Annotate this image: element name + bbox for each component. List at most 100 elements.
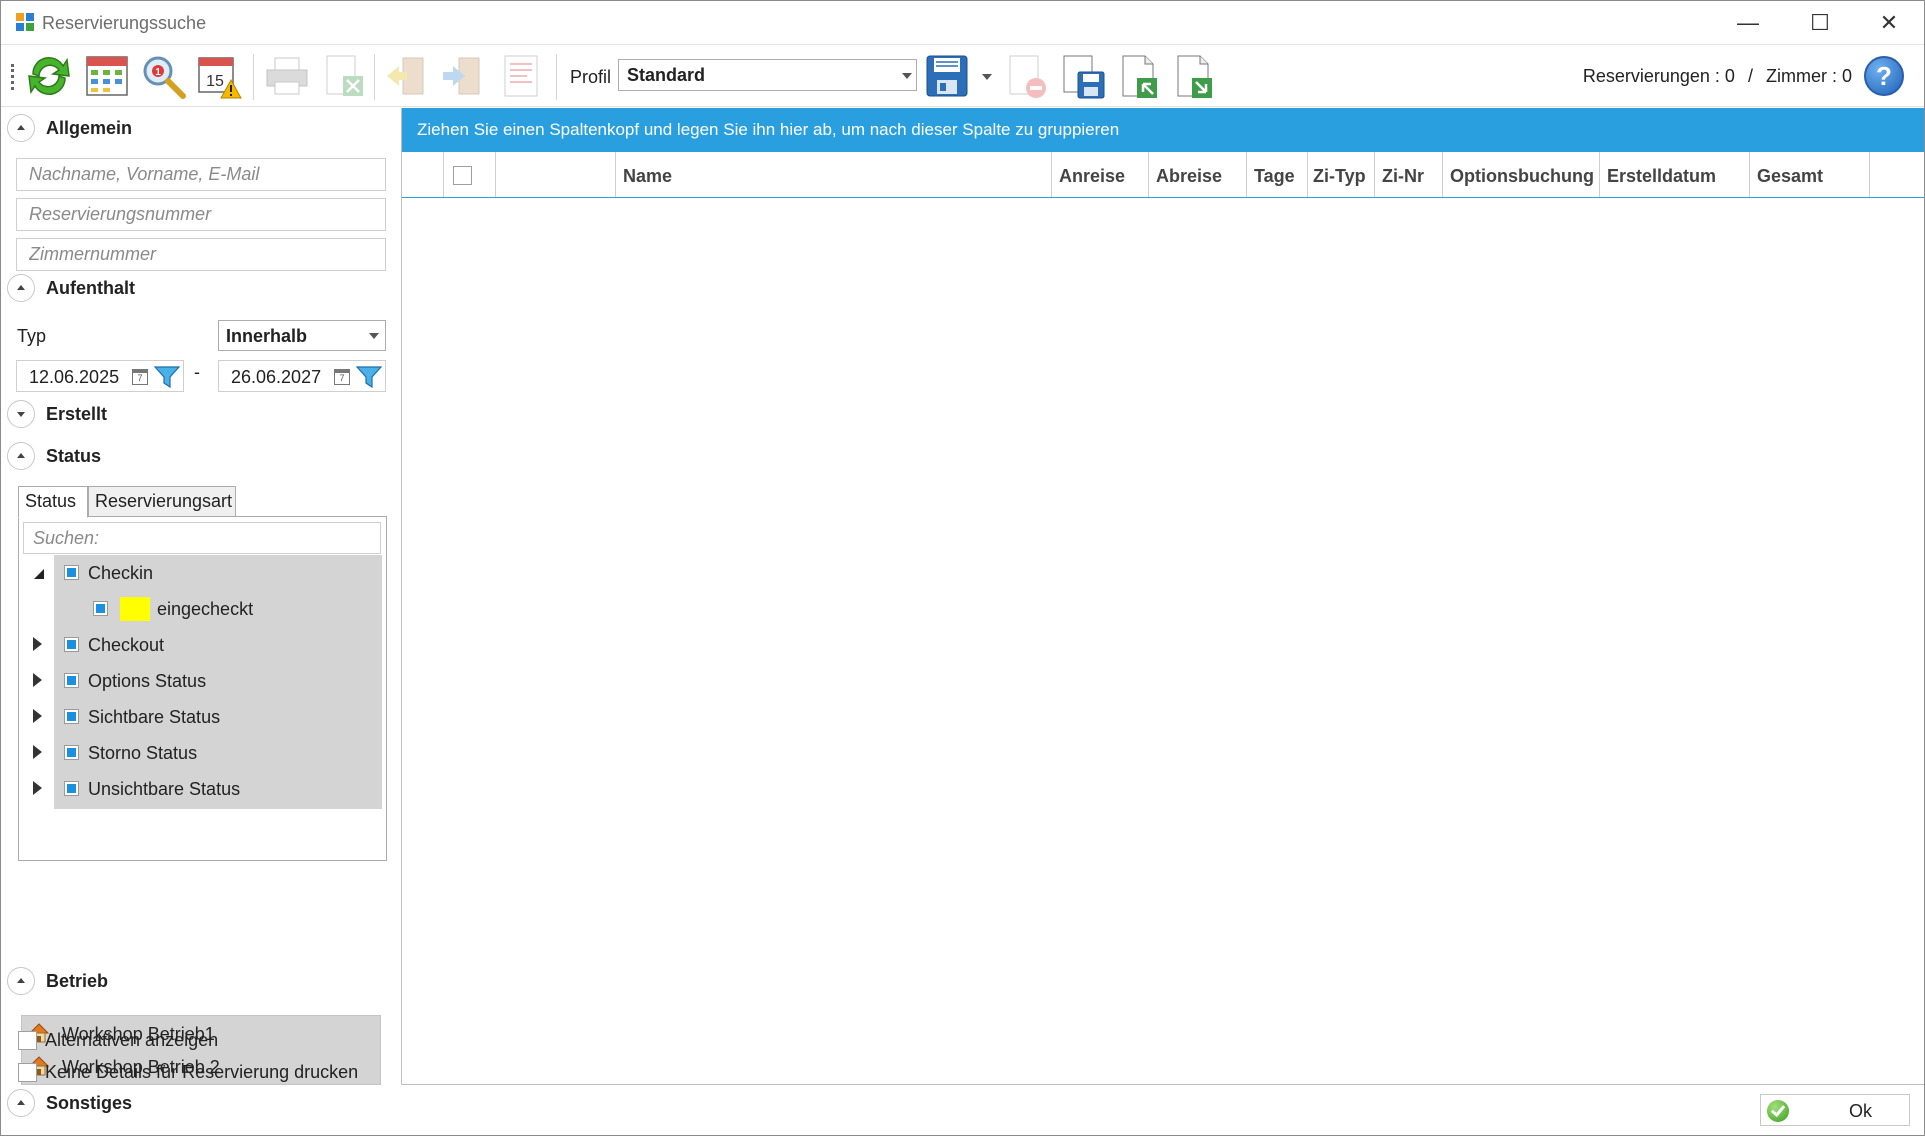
name-search-input[interactable] [17,159,385,190]
section-sonstiges[interactable]: Sonstiges [7,1089,387,1119]
date-from-picker[interactable]: 12.06.2025 7 [16,360,184,392]
section-status[interactable]: Status [7,442,387,472]
calendar-icon[interactable]: 7 [132,369,148,385]
calendar-warning-icon[interactable]: 15 [195,52,243,100]
result-counts: Reservierungen : 0 / Zimmer : 0 [1583,66,1852,87]
status-color-swatch [120,597,150,621]
expand-icon[interactable] [7,400,35,428]
section-betrieb[interactable]: Betrieb [7,967,387,997]
collapse-icon[interactable] [7,442,35,470]
document-icon[interactable] [497,52,545,100]
checkin-arrow-icon[interactable] [383,52,431,100]
tree-checkbox[interactable] [64,745,79,760]
column-header-zi-nr[interactable]: Zi-Nr [1375,152,1443,197]
tree-item-checkin[interactable]: Checkin [19,555,382,589]
tree-checkbox[interactable] [64,673,79,688]
tree-item-unsichtbare-status[interactable]: Unsichtbare Status [19,771,382,805]
typ-label: Typ [17,326,47,346]
alternativen-label: Alternativen anzeigen [45,1030,219,1050]
collapse-icon[interactable] [7,1089,35,1117]
column-header-name[interactable]: Name [616,152,1052,197]
status-search-field[interactable] [23,522,381,554]
section-allgemein[interactable]: Allgemein [7,114,387,144]
expand-triangle-icon[interactable] [33,745,42,759]
tree-checkbox[interactable] [64,709,79,724]
chevron-down-icon [902,73,912,79]
section-aufenthalt[interactable]: Aufenthalt [7,274,387,304]
status-search-input[interactable] [24,523,380,553]
tab-reservierungsart[interactable]: Reservierungsart [88,486,236,517]
tree-item-eingecheckt[interactable]: eingecheckt [19,591,382,625]
close-button[interactable]: ✕ [1854,1,1924,45]
collapse-icon[interactable] [7,274,35,302]
column-header-gesamt[interactable]: Gesamt [1750,152,1870,197]
column-header-optionsbuchung[interactable]: Optionsbuchung [1443,152,1600,197]
tree-item-label: Unsichtbare Status [88,779,241,799]
date-to-picker[interactable]: 26.06.2027 7 [218,360,386,392]
grid-header: Name Anreise Abreise Tage Zi-Typ Zi-Nr O… [402,152,1924,198]
profil-dropdown[interactable]: Standard [618,59,917,91]
alternativen-checkbox[interactable] [18,1031,37,1050]
section-status-label: Status [46,446,102,466]
save-as-profile-icon[interactable] [1058,52,1106,100]
tree-checkbox[interactable] [64,637,79,652]
refresh-icon[interactable] [25,52,73,100]
toolbar-grip[interactable] [11,64,15,90]
column-header-erstelldatum[interactable]: Erstelldatum [1600,152,1750,197]
tree-checkbox[interactable] [64,565,79,580]
minimize-button[interactable]: — [1713,1,1783,45]
section-allgemein-label: Allgemein [46,118,133,138]
collapse-triangle-icon[interactable] [34,569,44,579]
icon-column-header[interactable] [496,152,616,197]
typ-dropdown[interactable]: Innerhalb [218,320,386,351]
room-number-field[interactable] [16,238,386,271]
expand-triangle-icon[interactable] [33,673,42,687]
group-panel-hint: Ziehen Sie einen Spaltenkopf und legen S… [417,120,1120,139]
filter-icon[interactable] [154,365,180,389]
column-header-zi-typ[interactable]: Zi-Typ [1308,152,1375,197]
room-number-input[interactable] [17,239,385,270]
save-profile-icon[interactable] [923,52,971,100]
tab-status[interactable]: Status [18,486,88,518]
keine-details-checkbox[interactable] [18,1063,37,1082]
collapse-icon[interactable] [7,967,35,995]
search-reservation-icon[interactable]: 1 [139,52,187,100]
section-erstellt[interactable]: Erstellt [7,400,387,430]
checkbox-column-header[interactable] [444,152,496,197]
maximize-button[interactable]: ☐ [1785,1,1855,45]
checkout-arrow-icon[interactable] [439,52,487,100]
calendar-icon[interactable]: 7 [334,369,350,385]
import-profile-icon[interactable] [1115,52,1163,100]
tree-item-label: Checkout [88,635,165,655]
svg-text:1: 1 [155,67,161,78]
reservation-count: Reservierungen : 0 [1582,66,1735,86]
tree-item-label: Storno Status [88,743,198,763]
expand-triangle-icon[interactable] [33,781,42,795]
reservation-number-field[interactable] [16,198,386,231]
reservation-number-input[interactable] [17,199,385,230]
tree-item-storno-status[interactable]: Storno Status [19,735,382,769]
tree-item-checkout[interactable]: Checkout [19,627,382,661]
export-profile-icon[interactable] [1170,52,1218,100]
delete-profile-icon[interactable] [1002,52,1050,100]
group-panel[interactable]: Ziehen Sie einen Spaltenkopf und legen S… [402,108,1924,152]
save-profile-dropdown-icon[interactable] [982,74,992,80]
column-header-anreise[interactable]: Anreise [1052,152,1149,197]
ok-button[interactable]: Ok [1760,1094,1910,1126]
column-header-abreise[interactable]: Abreise [1149,152,1247,197]
expand-triangle-icon[interactable] [33,637,42,651]
title-bar: Reservierungssuche — ☐ ✕ [1,1,1924,45]
collapse-icon[interactable] [7,114,35,142]
print-icon[interactable] [263,52,311,100]
export-excel-icon[interactable] [319,52,367,100]
help-icon[interactable]: ? [1864,56,1904,96]
name-search-field[interactable] [16,158,386,191]
column-header-tage[interactable]: Tage [1247,152,1308,197]
calendar-grid-icon[interactable] [83,52,131,100]
tree-checkbox[interactable] [93,601,108,616]
tree-item-sichtbare-status[interactable]: Sichtbare Status [19,699,382,733]
tree-item-options-status[interactable]: Options Status [19,663,382,697]
expand-triangle-icon[interactable] [33,709,42,723]
tree-checkbox[interactable] [64,781,79,796]
filter-icon[interactable] [356,365,382,389]
